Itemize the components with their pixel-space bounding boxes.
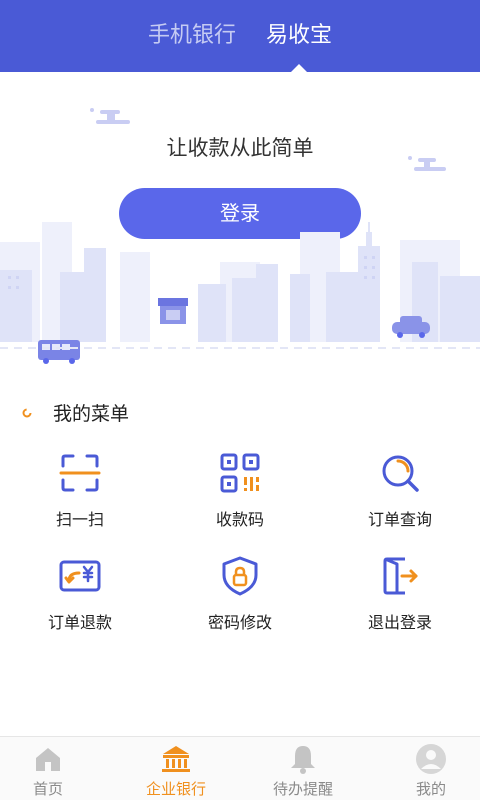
hero-banner: 让收款从此简单 登录 — [0, 72, 480, 372]
logout-icon — [383, 557, 418, 595]
order-search-icon — [382, 455, 419, 492]
scan-icon — [59, 454, 101, 492]
home-icon — [36, 748, 60, 771]
tabbar-item-mine[interactable]: 我的 — [371, 737, 480, 800]
menu-item-label: 收款码 — [215, 510, 264, 529]
tabbar-item-home[interactable]: 首页 — [0, 737, 108, 800]
user-avatar-icon — [416, 744, 446, 774]
slogan-text: 让收款从此简单 — [166, 136, 314, 160]
tabbar-label: 我的 — [415, 780, 446, 798]
menu-item-label: 退出登录 — [367, 613, 432, 632]
tab-yishoubao[interactable]: 易收宝 — [266, 20, 332, 52]
menu-item-label: 订单退款 — [47, 613, 112, 632]
refund-icon — [59, 560, 101, 592]
menu-item-label: 密码修改 — [207, 613, 272, 632]
loading-ring-icon — [22, 408, 32, 418]
menu-item-scan[interactable]: 扫一扫 — [0, 450, 160, 540]
tabbar-label: 企业银行 — [145, 780, 206, 798]
tabbar-item-enterprise-bank[interactable]: 企业银行 — [116, 737, 236, 800]
bottom-tab-bar: 首页 企业银行 待办提醒 我的 — [0, 736, 480, 800]
menu-item-refund[interactable]: 订单退款 — [0, 553, 160, 643]
menu-item-label: 订单查询 — [367, 510, 432, 529]
menu-item-label: 扫一扫 — [55, 510, 104, 529]
password-shield-icon — [222, 556, 258, 596]
city-skyline-illustration — [0, 222, 480, 364]
shop-illustration — [158, 298, 188, 324]
tabbar-label: 待办提醒 — [272, 780, 333, 798]
tabbar-item-reminders[interactable]: 待办提醒 — [243, 737, 363, 800]
menu-item-qr-code[interactable]: 收款码 — [160, 450, 320, 540]
bank-icon — [162, 746, 190, 772]
app-screen: 手机银行 易收宝 让收款从此简单 登录 我的菜单 扫一扫 收款码 订单查询 订单… — [0, 0, 480, 800]
menu-item-password-change[interactable]: 密码修改 — [160, 553, 320, 643]
menu-title: 我的菜单 — [53, 403, 130, 425]
tab-mobile-banking[interactable]: 手机银行 — [148, 20, 236, 52]
bell-icon — [291, 746, 315, 774]
bus-illustration — [38, 340, 80, 364]
top-header: 手机银行 易收宝 — [0, 0, 480, 72]
menu-item-order-search[interactable]: 订单查询 — [320, 450, 480, 540]
tabbar-label: 首页 — [32, 780, 63, 798]
active-tab-indicator — [291, 64, 307, 72]
qr-code-icon — [220, 453, 260, 493]
menu-item-logout[interactable]: 退出登录 — [320, 553, 480, 643]
